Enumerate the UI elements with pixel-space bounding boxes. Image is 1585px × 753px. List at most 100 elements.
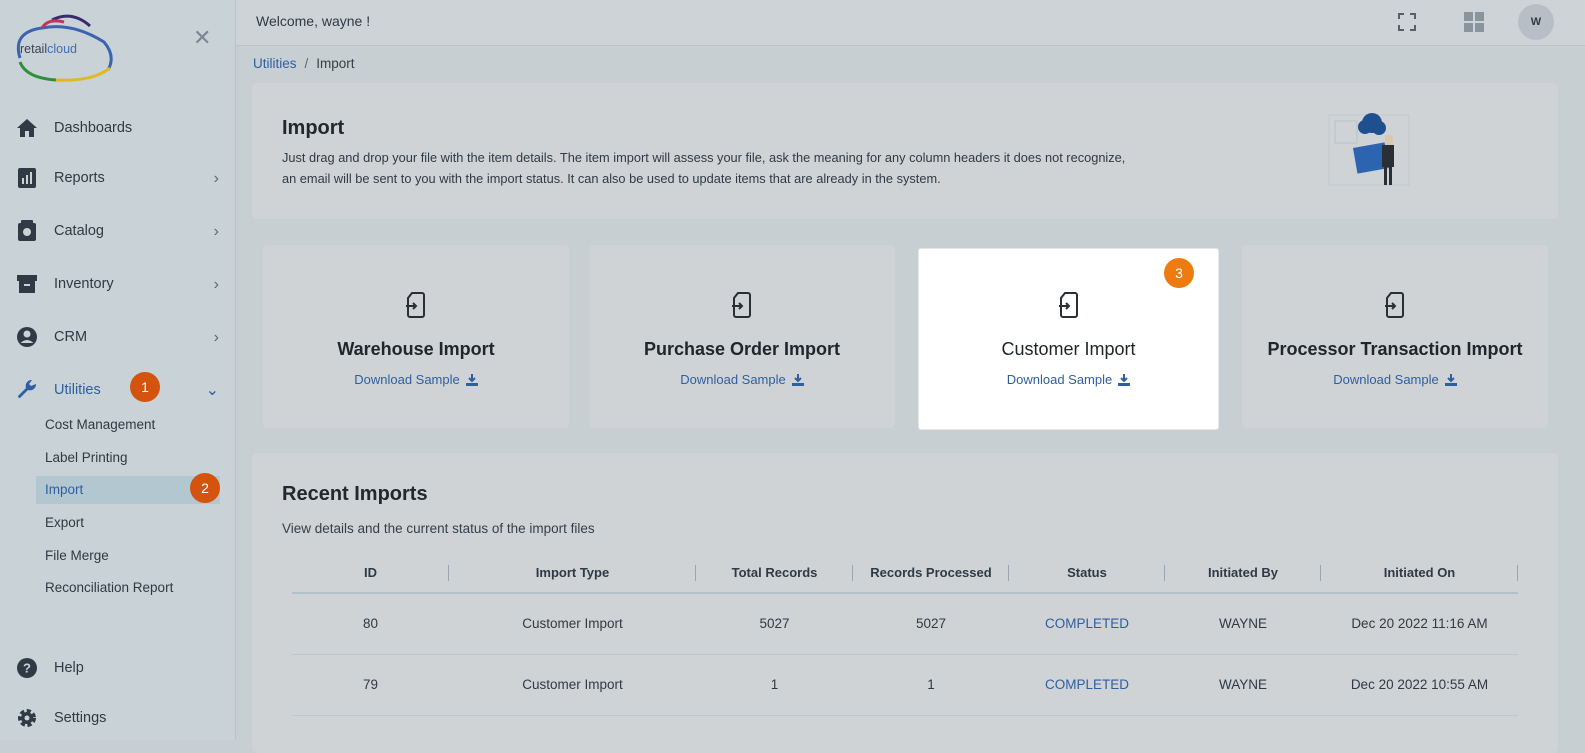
download-sample-link[interactable]: Download Sample xyxy=(919,372,1218,387)
section-subtitle: View details and the current status of t… xyxy=(282,521,595,536)
chevron-right-icon: › xyxy=(213,329,219,346)
sidebar-subitem-label-printing[interactable]: Label Printing xyxy=(45,450,128,465)
cell-id: 80 xyxy=(362,616,379,631)
cell-total-records: 5027 xyxy=(759,616,790,631)
sidebar-subitem-reconciliation-report[interactable]: Reconciliation Report xyxy=(45,580,173,595)
column-header-initiated-by[interactable]: Initiated By xyxy=(1165,556,1321,592)
inventory-icon xyxy=(14,271,40,297)
table-row[interactable]: 79 Customer Import 1 1 COMPLETED WAYNE D… xyxy=(292,655,1518,716)
step-badge: 2 xyxy=(190,473,220,503)
sidebar-item-dashboards[interactable]: Dashboards xyxy=(0,108,235,148)
file-import-icon xyxy=(732,292,751,318)
breadcrumb-separator: / xyxy=(304,56,309,71)
cell-import-type: Customer Import xyxy=(522,677,623,692)
cell-status[interactable]: COMPLETED xyxy=(1009,594,1165,654)
breadcrumb: Utilities / Import xyxy=(253,56,355,71)
cell-initiated-by: WAYNE xyxy=(1218,677,1267,692)
card-title: Processor Transaction Import xyxy=(1267,339,1523,359)
processor-transaction-import-card[interactable]: Processor Transaction Import Download Sa… xyxy=(1242,245,1548,428)
cell-total-records: 1 xyxy=(770,677,779,692)
cell-initiated-by: WAYNE xyxy=(1218,616,1267,631)
wrench-icon xyxy=(14,377,40,403)
recent-imports-card: Recent Imports View details and the curr… xyxy=(252,453,1558,753)
download-icon xyxy=(791,374,804,386)
cell-id: 79 xyxy=(362,677,379,692)
sidebar-subitem-file-merge[interactable]: File Merge xyxy=(45,548,109,563)
sidebar-item-label: CRM xyxy=(54,329,88,345)
sidebar-item-inventory[interactable]: Inventory › xyxy=(0,264,235,304)
step-badge: 1 xyxy=(130,372,160,402)
file-import-icon xyxy=(1385,292,1404,318)
column-header-import-type[interactable]: Import Type xyxy=(449,556,696,592)
cell-records-processed: 5027 xyxy=(915,616,947,631)
svg-text:?: ? xyxy=(23,661,31,676)
cell-records-processed: 1 xyxy=(927,677,935,692)
download-icon xyxy=(465,374,478,386)
file-import-icon xyxy=(1058,292,1078,318)
cell-initiated-on: Dec 20 2022 10:55 AM xyxy=(1350,677,1489,692)
sidebar-item-help[interactable]: ? Help xyxy=(0,648,235,688)
breadcrumb-current: Import xyxy=(316,56,355,71)
download-sample-link[interactable]: Download Sample xyxy=(589,372,895,387)
cell-import-type: Customer Import xyxy=(522,616,623,631)
sidebar-item-label: Inventory xyxy=(54,276,114,292)
sidebar-item-catalog[interactable]: Catalog › xyxy=(0,211,235,251)
sidebar-item-label: Dashboards xyxy=(54,120,133,136)
warehouse-import-card[interactable]: Warehouse Import Download Sample xyxy=(263,245,569,428)
chevron-right-icon: › xyxy=(213,170,219,187)
card-title: Customer Import xyxy=(1001,339,1136,359)
fullscreen-icon[interactable] xyxy=(1396,11,1418,33)
card-title: Purchase Order Import xyxy=(643,339,841,359)
download-icon xyxy=(1118,374,1131,386)
sidebar-item-settings[interactable]: Settings xyxy=(0,698,235,738)
column-header-id[interactable]: ID xyxy=(292,556,449,592)
download-sample-link[interactable]: Download Sample xyxy=(263,372,569,387)
home-icon xyxy=(14,115,40,141)
chevron-right-icon: › xyxy=(213,223,219,240)
sidebar-item-label: Reports xyxy=(54,170,105,186)
sidebar-subitem-import[interactable]: Import xyxy=(45,482,83,497)
customer-import-card[interactable]: Customer Import Download Sample 3 xyxy=(919,249,1218,429)
import-intro-card: Import Just drag and drop your file with… xyxy=(252,83,1558,219)
top-bar: Welcome, wayne ! W xyxy=(236,0,1585,46)
column-header-initiated-on[interactable]: Initiated On xyxy=(1321,556,1518,592)
sidebar: retailcloud ✕ Dashboards Reports › Catal… xyxy=(0,0,236,740)
report-icon xyxy=(14,165,40,191)
cell-status[interactable]: COMPLETED xyxy=(1009,655,1165,715)
column-header-total-records[interactable]: Total Records xyxy=(696,556,853,592)
page-description: Just drag and drop your file with the it… xyxy=(282,150,1126,186)
sidebar-item-label: Settings xyxy=(54,710,107,726)
help-icon: ? xyxy=(14,655,40,681)
chevron-right-icon: › xyxy=(213,276,219,293)
gear-icon xyxy=(14,705,40,731)
cell-initiated-on: Dec 20 2022 11:16 AM xyxy=(1351,616,1488,631)
sidebar-subitem-cost-management[interactable]: Cost Management xyxy=(45,417,155,432)
import-illustration xyxy=(1328,113,1410,186)
catalog-icon xyxy=(14,218,40,244)
chevron-down-icon: ⌄ xyxy=(205,382,219,399)
close-icon[interactable]: ✕ xyxy=(193,27,211,49)
breadcrumb-utilities-link[interactable]: Utilities xyxy=(253,56,297,71)
section-title: Recent Imports xyxy=(282,483,428,505)
column-header-records-processed[interactable]: Records Processed xyxy=(853,556,1009,592)
user-circle-icon xyxy=(14,324,40,350)
table-row[interactable]: 80 Customer Import 5027 5027 COMPLETED W… xyxy=(292,594,1518,655)
sidebar-item-crm[interactable]: CRM › xyxy=(0,317,235,357)
card-title: Warehouse Import xyxy=(337,339,495,359)
download-icon xyxy=(1444,374,1457,386)
download-sample-link[interactable]: Download Sample xyxy=(1242,372,1548,387)
apps-grid-icon[interactable] xyxy=(1463,11,1485,33)
sidebar-item-label: Help xyxy=(54,660,84,676)
sidebar-subitem-export[interactable]: Export xyxy=(45,515,84,530)
welcome-message: Welcome, wayne ! xyxy=(256,13,371,29)
purchase-order-import-card[interactable]: Purchase Order Import Download Sample xyxy=(589,245,895,428)
avatar[interactable]: W xyxy=(1518,4,1554,40)
sidebar-item-label: Utilities xyxy=(54,382,101,398)
column-header-status[interactable]: Status xyxy=(1009,556,1165,592)
sidebar-item-utilities[interactable]: Utilities ⌄ xyxy=(0,370,235,410)
table-header: ID Import Type Total Records Records Pro… xyxy=(292,556,1518,594)
sidebar-item-label: Catalog xyxy=(54,223,104,239)
file-import-icon xyxy=(406,292,425,318)
page-title: Import xyxy=(282,117,345,139)
sidebar-item-reports[interactable]: Reports › xyxy=(0,158,235,198)
